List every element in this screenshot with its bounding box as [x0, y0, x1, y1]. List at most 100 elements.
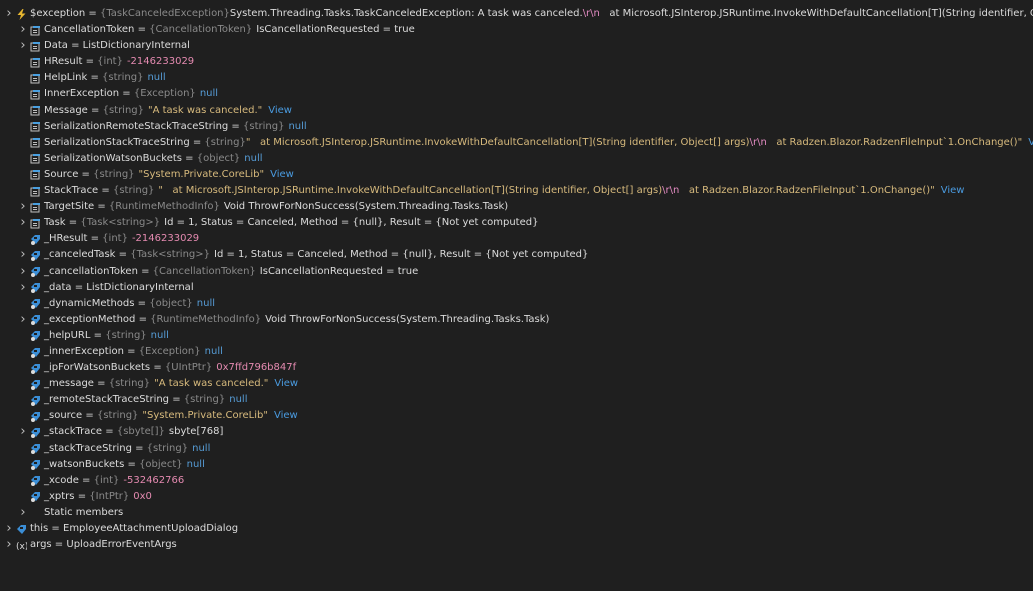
tree-row[interactable]: › Static members	[0, 505, 1033, 521]
tree-row[interactable]: HelpLink = {string} null	[0, 70, 1033, 86]
view-link[interactable]: View	[268, 103, 292, 119]
chevron-right-icon[interactable]: ›	[18, 505, 28, 521]
property-icon	[30, 41, 41, 52]
type-label: {string}	[105, 329, 147, 341]
tree-row[interactable]: › _exceptionMethod = {RuntimeMethodInfo} V…	[0, 312, 1033, 328]
type-label: {object}	[196, 152, 241, 164]
view-link[interactable]: View	[941, 183, 965, 199]
equals-sign: =	[228, 120, 243, 132]
equals-sign: =	[189, 136, 205, 148]
view-link[interactable]: View	[274, 376, 298, 392]
type-label: {string}	[243, 120, 285, 132]
variable-name: _canceledTask	[44, 249, 116, 261]
view-link[interactable]: View	[270, 167, 294, 183]
chevron-right-icon[interactable]: ›	[4, 6, 14, 22]
type-label: {string}	[96, 410, 139, 422]
tree-row[interactable]: Source = {string} "System.Private.CoreLib…	[0, 167, 1033, 183]
equals-sign: =	[85, 8, 100, 19]
tree-row[interactable]: StackTrace = {string} " at Microsoft.JSIn…	[0, 183, 1033, 199]
chevron-right-icon[interactable]: ›	[18, 22, 28, 38]
field-icon	[30, 491, 41, 503]
tree-row[interactable]: _source = {string} "System.Private.CoreLi…	[0, 408, 1033, 424]
value-text: System.Threading.Tasks.TaskCanceledExcep…	[229, 8, 583, 19]
chevron-right-icon[interactable]: ›	[4, 521, 14, 537]
field-icon	[30, 330, 41, 342]
type-label: {string}	[112, 185, 155, 197]
field-icon	[30, 250, 41, 261]
type-label: {string}	[146, 442, 189, 454]
tree-row[interactable]: _stackTraceString = {string} null	[0, 441, 1033, 457]
tree-row[interactable]: _helpURL = {string} null	[0, 328, 1033, 344]
tree-row[interactable]: HResult = {int} -2146233029	[0, 54, 1033, 70]
tree-row[interactable]: _watsonBuckets = {object} null	[0, 457, 1033, 473]
variable-name: _helpURL	[44, 329, 91, 341]
tree-row[interactable]: › Data = ListDictionaryInternal	[0, 38, 1033, 54]
tree-row[interactable]: › TargetSite = {RuntimeMethodInfo} Void Th…	[0, 199, 1033, 215]
tree-row[interactable]: _ipForWatsonBuckets = {UIntPtr} 0x7ffd796…	[0, 360, 1033, 376]
view-link[interactable]: View	[274, 408, 298, 424]
tree-row[interactable]: › _canceledTask = {Task<string>} Id = 1, S…	[0, 247, 1033, 263]
tree-row[interactable]: _HResult = {int} -2146233029	[0, 231, 1033, 247]
value-text: null	[192, 442, 211, 454]
tree-row[interactable]: › CancellationToken = {CancellationToken}…	[0, 22, 1033, 38]
view-link[interactable]: View	[1028, 135, 1033, 151]
tree-row[interactable]: SerializationStackTraceString = {string}…	[0, 135, 1033, 151]
value-text: \r\n	[582, 8, 600, 19]
chevron-right-icon[interactable]: ›	[18, 247, 28, 263]
value-text: at Microsoft.JSInterop.JSRuntime.InvokeW…	[609, 8, 1033, 19]
variable-name: Source	[44, 168, 79, 180]
tree-row[interactable]: _xptrs = {IntPtr} 0x0	[0, 489, 1033, 505]
tree-row[interactable]: _remoteStackTraceString = {string} null	[0, 392, 1033, 408]
equals-sign: =	[87, 104, 103, 116]
equals-sign: =	[90, 329, 106, 341]
chevron-right-icon[interactable]: ›	[18, 280, 28, 296]
value-text: \r\n	[749, 136, 767, 148]
tree-row[interactable]: › _stackTrace = {sbyte[]} sbyte[768]	[0, 424, 1033, 440]
variable-name: InnerException	[44, 88, 120, 100]
variable-name: Message	[44, 104, 88, 116]
tree-row[interactable]: InnerException = {Exception} null	[0, 86, 1033, 102]
value-text: -532462766	[123, 474, 185, 486]
variable-name: _HResult	[44, 233, 88, 245]
variable-name: _xptrs	[44, 490, 75, 502]
equals-sign: =	[93, 378, 109, 390]
tree-row[interactable]: SerializationRemoteStackTraceString = {s…	[0, 119, 1033, 135]
tree-row[interactable]: › $exception = {TaskCanceledException} Sys…	[0, 6, 1033, 22]
chevron-right-icon[interactable]: ›	[18, 312, 28, 328]
chevron-right-icon[interactable]: ›	[18, 424, 28, 440]
value-text: null	[196, 297, 215, 309]
equals-sign: =	[94, 201, 109, 213]
tree-row[interactable]: _xcode = {int} -532462766	[0, 473, 1033, 489]
variable-name: _data	[44, 281, 72, 293]
tree-row[interactable]: _innerException = {Exception} null	[0, 344, 1033, 360]
equals-sign: =	[51, 539, 67, 551]
variable-name: TargetSite	[44, 201, 95, 213]
chevron-right-icon[interactable]: ›	[18, 215, 28, 231]
tree-row[interactable]: › Task = {Task<string>} Id = 1, Status = C…	[0, 215, 1033, 231]
value-text: " at Microsoft.JSInterop.JSRuntime.Invok…	[245, 136, 750, 148]
tree-row[interactable]: _message = {string} "A task was canceled.…	[0, 376, 1033, 392]
field-icon	[30, 298, 41, 310]
field-icon	[30, 395, 41, 406]
chevron-right-icon[interactable]: ›	[18, 199, 28, 215]
type-label: {Exception}	[138, 345, 201, 357]
value-text: null	[186, 458, 205, 470]
type-label: {int}	[93, 474, 120, 486]
chevron-right-icon[interactable]: ›	[4, 537, 14, 553]
tree-row[interactable]: _dynamicMethods = {object} null	[0, 296, 1033, 312]
tree-row[interactable]: Message = {string} "A task was canceled."…	[0, 103, 1033, 119]
equals-sign: =	[98, 185, 113, 197]
value-text: null	[244, 152, 263, 164]
value-text: Id = 1, Status = Canceled, Method = {nul…	[164, 217, 539, 229]
value-text: Void ThrowForNonSuccess(System.Threading…	[223, 201, 509, 213]
value-text: "System.Private.CoreLib"	[142, 410, 268, 422]
variable-name: _stackTrace	[44, 426, 103, 438]
tree-row[interactable]: › _data = ListDictionaryInternal	[0, 280, 1033, 296]
tree-row[interactable]: ›(x)args = UploadErrorEventArgs	[0, 537, 1033, 553]
chevron-right-icon[interactable]: ›	[18, 38, 28, 54]
tree-row[interactable]: › this = EmployeeAttachmentUploadDialog	[0, 521, 1033, 537]
tree-row[interactable]: › _cancellationToken = {CancellationToken…	[0, 264, 1033, 280]
chevron-right-icon[interactable]: ›	[18, 264, 28, 280]
tree-row[interactable]: SerializationWatsonBuckets = {object} nul…	[0, 151, 1033, 167]
field-icon	[30, 475, 41, 487]
